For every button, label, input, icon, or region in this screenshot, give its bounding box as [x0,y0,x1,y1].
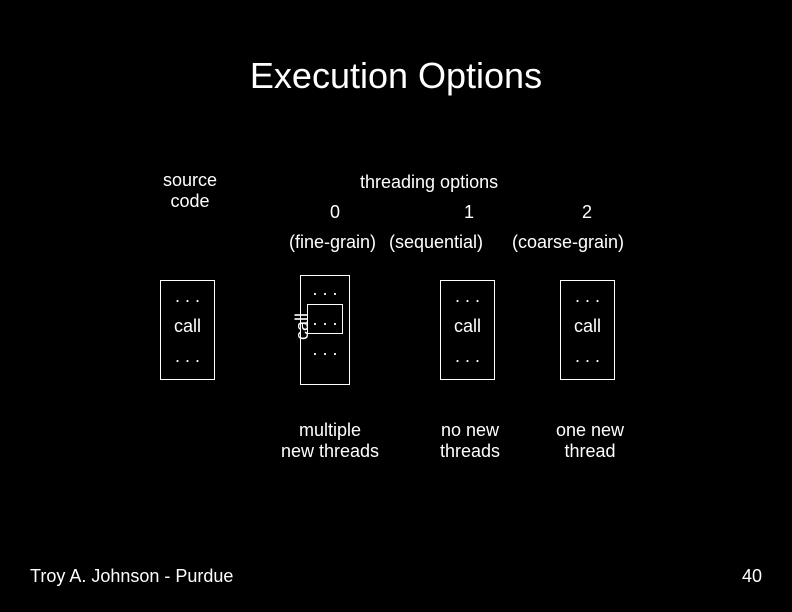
opt0-row-1: . . . [301,276,349,302]
source-code-label-l1: source [155,170,225,191]
opt2-row-3: . . . [561,341,614,371]
opt0-row-3: . . . [301,336,349,362]
caption-0: multiple new threads [275,420,385,462]
footer-page-number: 40 [742,566,762,587]
slide-title: Execution Options [0,0,792,97]
source-code-box: . . . call . . . [160,280,215,380]
src-row-2: call [161,311,214,341]
column-subtitle-2: (coarse-grain) [512,232,624,253]
caption-2-l2: thread [535,441,645,462]
opt1-row-3: . . . [441,341,494,371]
column-subtitle-0: (fine-grain) [289,232,376,253]
caption-2-l1: one new [535,420,645,441]
footer-author: Troy A. Johnson - Purdue [30,566,233,587]
option-0-box: . . . . . . . . . [300,275,350,385]
caption-2: one new thread [535,420,645,462]
caption-1: no new threads [415,420,525,462]
source-code-label: source code [155,170,225,212]
src-row-1: . . . [161,281,214,311]
option-2-box: . . . call . . . [560,280,615,380]
caption-0-l2: new threads [275,441,385,462]
opt1-row-2: call [441,311,494,341]
opt2-row-2: call [561,311,614,341]
column-number-2: 2 [582,202,592,223]
opt2-row-1: . . . [561,281,614,311]
caption-0-l1: multiple [275,420,385,441]
src-row-3: . . . [161,341,214,371]
opt1-row-1: . . . [441,281,494,311]
source-code-label-l2: code [155,191,225,212]
column-number-0: 0 [330,202,340,223]
caption-1-l2: threads [415,441,525,462]
column-number-1: 1 [464,202,474,223]
caption-1-l1: no new [415,420,525,441]
opt0-row-2: . . . [307,304,343,334]
threading-options-label: threading options [360,172,498,193]
column-subtitle-1: (sequential) [389,232,483,253]
option-1-box: . . . call . . . [440,280,495,380]
